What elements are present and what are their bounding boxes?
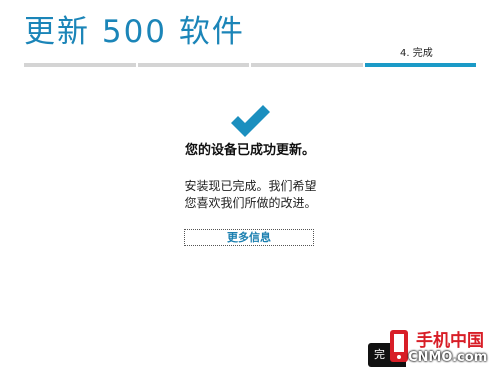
step-label: 4. 完成 <box>400 48 433 59</box>
watermark-logo: 手机中国 CNMO.com <box>380 326 500 371</box>
progress-segment-1 <box>24 63 136 67</box>
watermark-en-text: CNMO.com <box>408 350 488 365</box>
progress-bar <box>24 63 476 67</box>
page-title: 更新 500 软件 <box>24 14 245 50</box>
watermark-cn-text: 手机中国 <box>416 331 484 351</box>
progress-segment-3 <box>251 63 363 67</box>
progress-segment-2 <box>137 63 249 67</box>
completion-message: 安装现已完成。我们希望您喜欢我们所做的改进。 <box>184 179 317 210</box>
progress-segment-4 <box>364 63 476 67</box>
success-headline: 您的设备已成功更新。 <box>184 143 315 158</box>
more-info-link[interactable]: 更多信息 <box>184 229 314 246</box>
checkmark-icon <box>231 105 270 137</box>
